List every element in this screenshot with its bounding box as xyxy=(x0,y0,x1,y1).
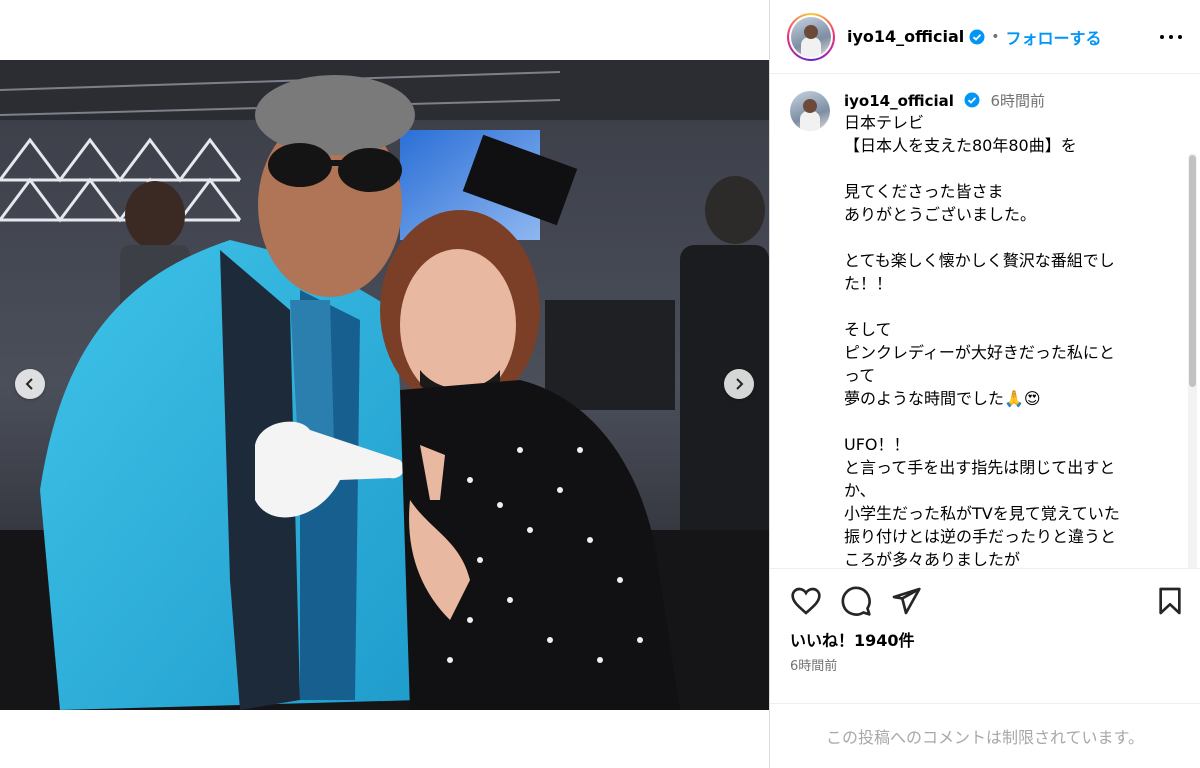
caption-line: ころが多々ありましたが xyxy=(844,550,1021,568)
likes-count[interactable]: いいね！1940件 xyxy=(790,627,915,651)
caption-line xyxy=(844,295,1164,318)
header-username[interactable]: iyo14_official xyxy=(847,27,964,46)
chevron-right-icon xyxy=(736,378,744,390)
caption-time: 6時間前 xyxy=(990,92,1046,110)
caption-avatar[interactable] xyxy=(790,91,830,131)
caption-line: た！！ xyxy=(844,274,893,293)
post-photo[interactable] xyxy=(0,60,769,710)
comments-restricted-text: この投稿へのコメントは制限されています。 xyxy=(826,728,1144,747)
caption-line: 夢のような時間でした🙏😍 xyxy=(844,389,1041,408)
caption-line: か、 xyxy=(844,481,876,500)
caption-row: iyo14_official 6時間前 日本テレビ 【日本人を支えた80年80曲… xyxy=(790,91,1164,568)
verified-badge-icon xyxy=(969,29,985,44)
caption-line: と言って手を出す指先は閉じて出すと xyxy=(844,458,1116,477)
paper-plane-icon[interactable] xyxy=(890,585,922,617)
caption-line: 見てくださった皆さま xyxy=(844,182,1004,201)
caption-line: 小学生だった私がTVを見て覚えていた xyxy=(844,504,1120,523)
caption-line: そして xyxy=(844,320,892,339)
caption-header: iyo14_official 6時間前 xyxy=(844,91,1164,111)
comment-icon[interactable] xyxy=(840,585,872,617)
post-side-panel: iyo14_official • フォローする iyo14_official 6… xyxy=(770,0,1200,768)
follow-button[interactable]: フォローする xyxy=(1006,25,1102,49)
caption-line xyxy=(844,157,1164,180)
avatar-image xyxy=(791,16,831,57)
caption-line: ありがとうございました。 xyxy=(844,205,1037,224)
photo-illustration xyxy=(0,60,769,710)
caption-line xyxy=(844,410,1164,433)
heart-icon[interactable] xyxy=(790,585,822,617)
previous-photo-button[interactable] xyxy=(15,369,45,399)
caption-area: iyo14_official 6時間前 日本テレビ 【日本人を支えた80年80曲… xyxy=(770,75,1200,568)
caption-scrollbar[interactable] xyxy=(1188,153,1197,568)
caption-line: 【日本人を支えた80年80曲】を xyxy=(844,136,1077,155)
caption-line: ピンクレディーが大好きだった私にと xyxy=(844,343,1115,362)
caption-line: 振り付けとは逆の手だったりと違うと xyxy=(844,527,1117,546)
profile-avatar[interactable] xyxy=(787,12,835,61)
caption-text: 日本テレビ 【日本人を支えた80年80曲】を 見てくださった皆さま ありがとうご… xyxy=(844,111,1164,568)
caption-line: 日本テレビ xyxy=(844,113,925,132)
caption-line: UFO！！ xyxy=(844,435,910,454)
bookmark-icon[interactable] xyxy=(1154,585,1186,617)
separator-dot: • xyxy=(991,28,1000,45)
more-options-icon[interactable] xyxy=(1160,26,1182,48)
caption-username[interactable]: iyo14_official xyxy=(844,92,954,110)
post-actions: いいね！1940件 6時間前 xyxy=(770,568,1200,688)
posted-time: 6時間前 xyxy=(790,659,838,674)
post-header: iyo14_official • フォローする xyxy=(770,0,1200,74)
caption-line xyxy=(844,226,1164,249)
next-photo-button[interactable] xyxy=(724,369,754,399)
scrollbar-thumb[interactable] xyxy=(1189,155,1196,387)
comment-box: この投稿へのコメントは制限されています。 xyxy=(770,703,1200,768)
caption-line: って xyxy=(844,366,876,385)
chevron-left-icon xyxy=(25,378,33,390)
verified-badge-icon xyxy=(964,92,980,108)
media-pane xyxy=(0,0,769,768)
caption-line: とても楽しく懐かしく贅沢な番組でし xyxy=(844,251,1115,270)
